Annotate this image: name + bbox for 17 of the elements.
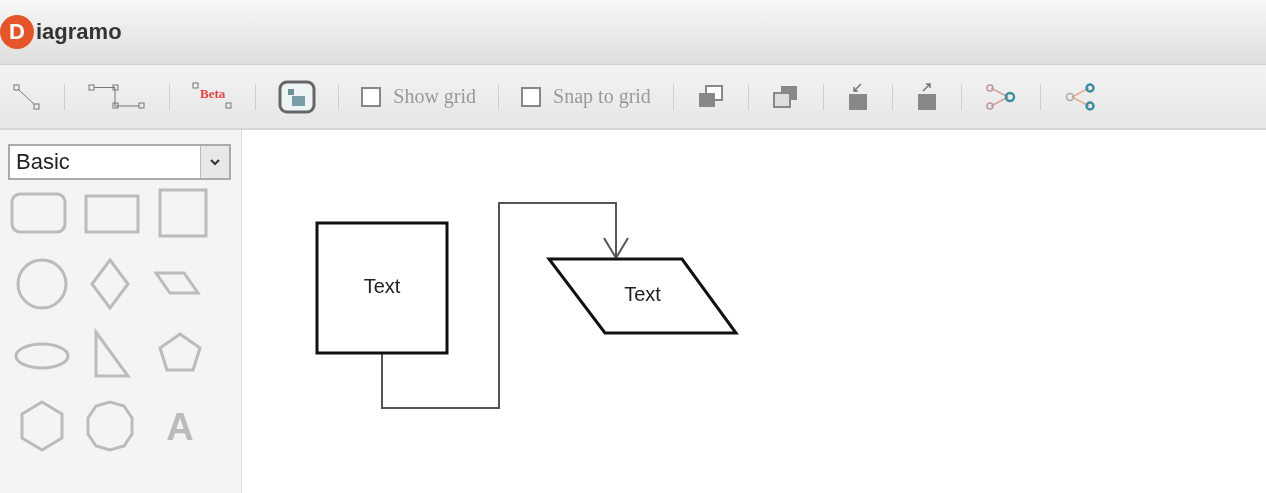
curved-connector-button[interactable]: Beta xyxy=(192,81,234,112)
parallelogram-shape[interactable] xyxy=(546,257,739,335)
logo: D iagramo xyxy=(0,15,122,49)
straight-connector-icon[interactable] xyxy=(12,81,42,112)
checkbox-option[interactable]: Show grid xyxy=(361,85,477,108)
checkbox-option[interactable]: Snap to grid xyxy=(521,85,651,108)
text-shape[interactable]: A xyxy=(166,405,194,449)
shape-label: Text xyxy=(624,283,661,306)
jagged-connector-icon[interactable] xyxy=(87,81,147,112)
container-icon[interactable] xyxy=(278,79,317,114)
node-graph-icon[interactable] xyxy=(983,81,1018,112)
square-shape[interactable] xyxy=(315,221,449,355)
handle-icon xyxy=(225,101,234,110)
handle-icon xyxy=(192,81,200,90)
chevron-down-icon xyxy=(210,158,220,166)
shape-set-dropdown[interactable]: Basic xyxy=(8,144,231,180)
shape-label: Text xyxy=(363,275,401,298)
